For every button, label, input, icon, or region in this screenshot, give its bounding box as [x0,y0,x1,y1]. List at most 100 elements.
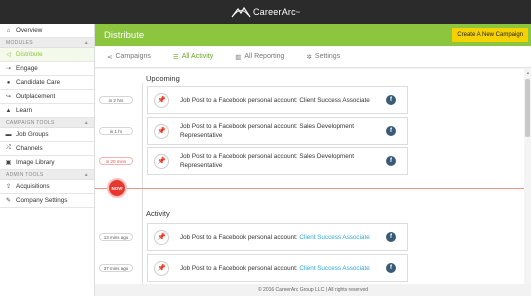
now-divider [95,188,524,189]
page-header: Distribute Create A New Campaign [95,24,531,46]
shuffle-icon: ⤮ [6,145,11,151]
scroll-up-arrow-icon[interactable]: ▲ [526,70,530,75]
tab-all-activity[interactable]: ☰ All Activity [173,53,213,61]
briefcase-icon: ▬ [5,131,12,138]
sidebar-item-engage[interactable]: ⇢ Engage [0,62,94,76]
sidebar-item-label: Channels [16,145,43,152]
sidebar-item-company-settings[interactable]: ✎ Company Settings [0,194,94,208]
campaign-tools-section-header[interactable]: CAMPAIGN TOOLS ▲ [0,118,94,128]
share-icon: ⋖ [107,53,113,61]
tab-label: Campaigns [115,53,151,60]
brand-name: CareerArc [252,7,296,17]
upload-icon: ⇪ [5,184,12,190]
time-badge: 13 mins ago [99,233,133,241]
footer: © 2016 CareerArc Group LLC | All rights … [95,284,531,296]
chart-icon: ▥ [235,53,242,61]
section-label: CAMPAIGN TOOLS [6,119,55,126]
job-title: Client Success Associate [299,96,370,104]
tab-label: All Reporting [244,53,285,60]
time-badge: in 20 mins [99,157,133,165]
sidebar-item-channels[interactable]: ⤮ Channels [0,142,94,156]
user-icon: ● [6,79,11,86]
time-badge: 37 mins ago [99,264,133,272]
sidebar-item-distribute[interactable]: ◁ Distribute [0,48,94,62]
admin-tools-section-header[interactable]: ADMIN TOOLS ▲ [0,170,94,180]
section-label: ADMIN TOOLS [6,171,44,178]
job-link[interactable]: Client Success Associate [299,265,369,272]
upcoming-heading: Upcoming [146,74,180,83]
collapse-caret-icon: ▲ [83,171,89,178]
post-prefix: Job Post to a Facebook personal account: [180,233,298,241]
gear-icon: ✲ [306,53,312,61]
tab-label: Settings [314,53,341,60]
sidebar-item-overview[interactable]: ⌂ Overview [0,24,94,38]
list-icon: ☰ [172,53,179,61]
trademark: ™ [295,9,300,15]
now-badge: NOW [107,178,127,198]
pin-icon: 📌 [154,123,169,139]
post-prefix: Job Post to a Facebook personal account: [180,153,298,160]
post-description: Job Post to a Facebook personal account:… [180,264,386,273]
engage-icon: ⇢ [5,66,12,72]
facebook-icon: f [386,156,396,166]
top-bar: CareerArc ™ [0,0,531,24]
activity-heading: Activity [146,209,170,218]
sidebar-item-candidate-care[interactable]: ● Candidate Care [0,76,94,90]
sidebar-item-label: Image Library [16,159,55,166]
timeline-line [142,83,143,284]
list-item[interactable]: 📌 Job Post to a Facebook personal accoun… [147,147,408,175]
post-description: Job Post to a Facebook personal account:… [180,96,386,105]
sidebar-item-label: Company Settings [16,197,68,204]
sidebar-item-label: Overview [16,27,43,34]
time-badge: in 2 hrs [99,96,133,104]
post-prefix: Job Post to a Facebook personal account: [180,264,298,272]
facebook-icon: f [386,126,396,136]
scrollbar-thumb[interactable] [525,79,530,137]
sidebar: ⌂ Overview MODULES ▲ ◁ Distribute ⇢ Enga… [0,24,95,296]
sidebar-item-label: Distribute [16,51,43,58]
tab-campaigns[interactable]: ⋖ Campaigns [107,53,151,61]
pin-icon: 📌 [154,153,169,169]
post-description: Job Post to a Facebook personal account:… [180,233,386,242]
sidebar-item-learn[interactable]: ▲ Learn [0,104,94,118]
page-title: Distribute [104,29,145,41]
sidebar-item-acquisitions[interactable]: ⇪ Acquisitions [0,180,94,194]
list-item[interactable]: 📌 Job Post to a Facebook personal accoun… [147,117,408,145]
list-item[interactable]: 📌 Job Post to a Facebook personal accoun… [147,254,408,282]
pin-icon: 📌 [154,92,169,108]
job-link[interactable]: Client Success Associate [299,234,369,241]
logo-arc-icon [231,6,251,18]
sidebar-item-label: Candidate Care [16,79,61,86]
list-item[interactable]: 📌 Job Post to a Facebook personal accoun… [147,86,408,114]
careerarc-logo[interactable]: CareerArc ™ [231,6,300,18]
facebook-icon: f [386,232,396,242]
post-prefix: Job Post to a Facebook personal account: [180,96,298,104]
sidebar-item-job-groups[interactable]: ▬ Job Groups [0,128,94,142]
pin-icon: 📌 [154,260,169,276]
graduation-cap-icon: ▲ [5,107,12,114]
facebook-icon: f [386,95,396,105]
list-item[interactable]: 📌 Job Post to a Facebook personal accoun… [147,223,408,251]
facebook-icon: f [386,263,396,273]
collapse-caret-icon: ▲ [83,39,89,46]
tab-label: All Activity [181,53,214,60]
create-campaign-button[interactable]: Create A New Campaign [452,28,528,42]
sidebar-item-label: Job Groups [16,131,49,138]
sidebar-item-label: Engage [16,65,38,72]
activity-feed: Upcoming in 2 hrs 📌 Job Post to a Facebo… [95,69,531,284]
section-label: MODULES [6,39,33,46]
sidebar-item-label: Learn [16,107,33,114]
image-icon: ▣ [5,160,12,166]
post-description: Job Post to a Facebook personal account:… [180,152,386,170]
outplacement-icon: ↪ [5,94,12,100]
sidebar-item-image-library[interactable]: ▣ Image Library [0,156,94,170]
wrench-icon: ✎ [5,198,12,204]
modules-section-header[interactable]: MODULES ▲ [0,38,94,48]
scrollbar[interactable]: ▲ [524,69,531,284]
sidebar-item-outplacement[interactable]: ↪ Outplacement [0,90,94,104]
post-description: Job Post to a Facebook personal account:… [180,122,386,140]
time-badge: in 1 hr [99,127,133,135]
collapse-caret-icon: ▲ [83,119,89,126]
tab-settings[interactable]: ✲ Settings [306,53,340,61]
tab-all-reporting[interactable]: ▥ All Reporting [235,53,284,61]
